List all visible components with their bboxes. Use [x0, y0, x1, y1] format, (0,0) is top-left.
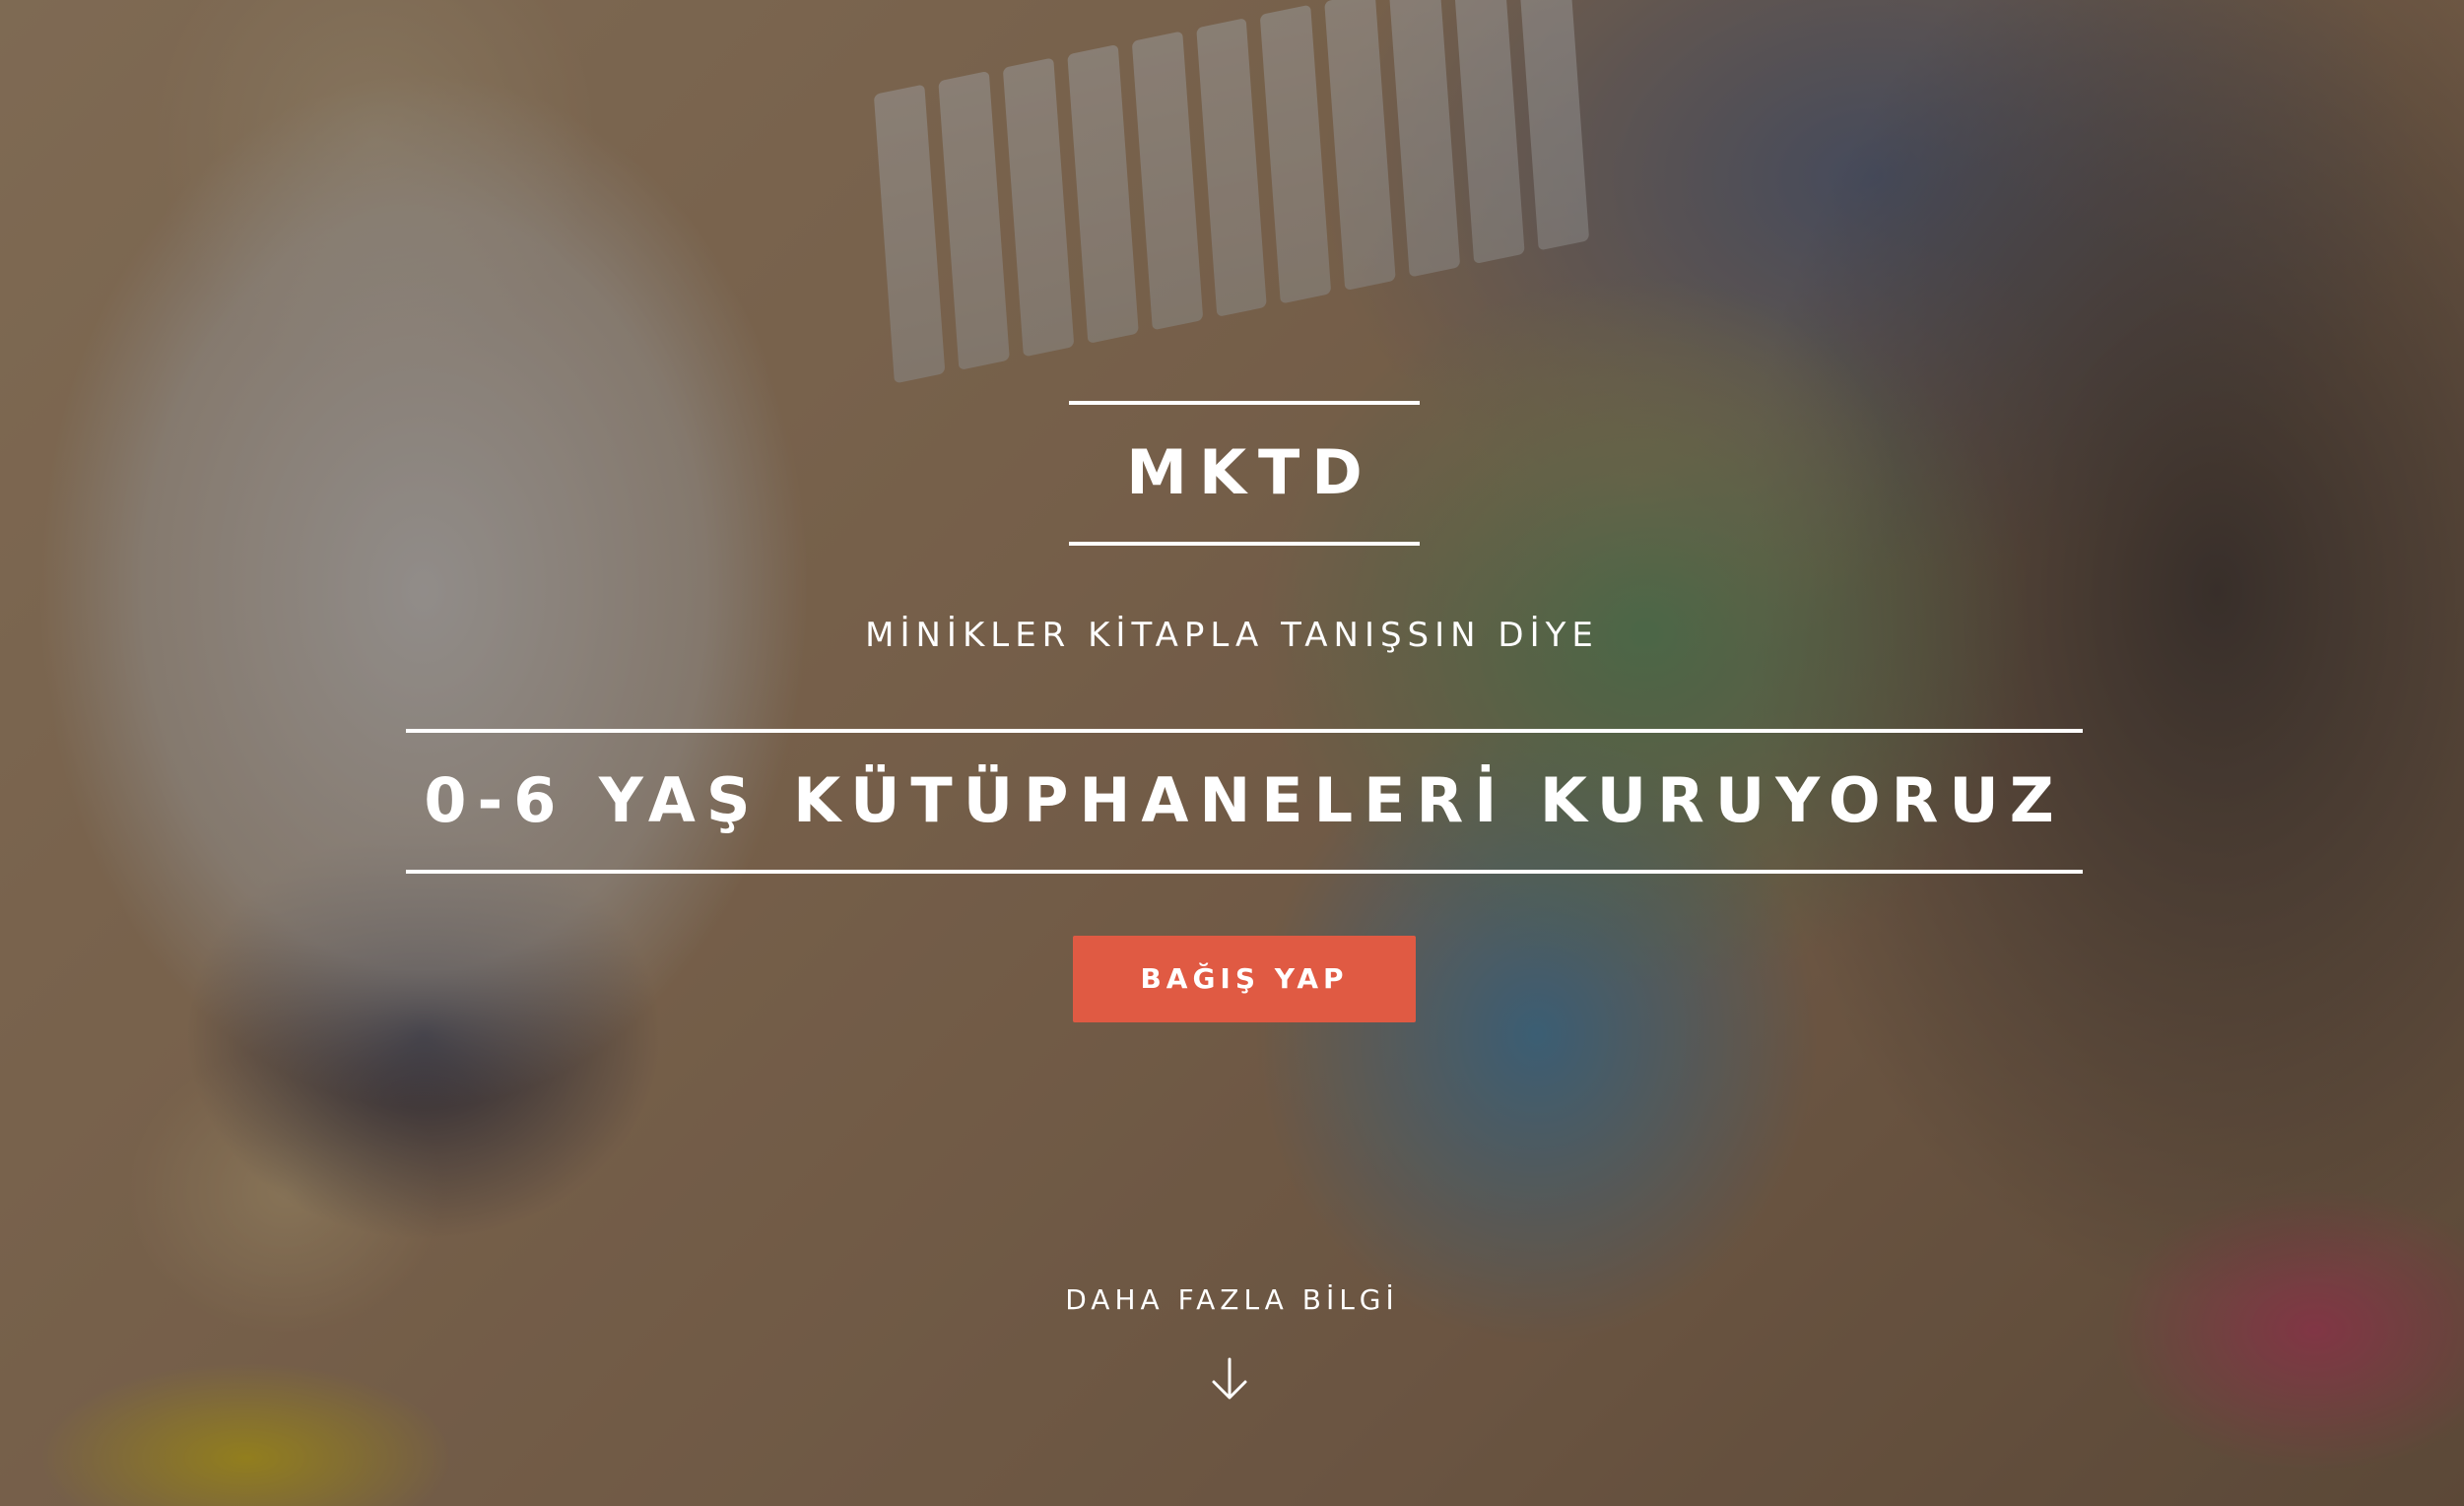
hero-headline: 0-6 YAŞ KÜTÜPHANELERİ KURUYORUZ: [424, 764, 2065, 836]
donate-button[interactable]: BAĞIŞ YAP: [1073, 936, 1416, 1022]
brand-rule-top: [1069, 401, 1420, 405]
hero-section: MKTD MİNİKLER KİTAPLA TANIŞSIN DİYE 0-6 …: [0, 0, 2464, 1506]
brand-rule-bottom: [1069, 542, 1420, 546]
hero-tagline: MİNİKLER KİTAPLA TANIŞSIN DİYE: [865, 616, 1599, 655]
brand-block: MKTD: [1069, 401, 1420, 547]
brand-title: MKTD: [1126, 436, 1374, 508]
headline-block: 0-6 YAŞ KÜTÜPHANELERİ KURUYORUZ: [406, 729, 2083, 875]
more-info-link[interactable]: DAHA FAZLA BİLGİ: [0, 1280, 2464, 1320]
headline-rule-bottom: [406, 870, 2083, 874]
headline-rule-top: [406, 729, 2083, 733]
hero-content: MKTD MİNİKLER KİTAPLA TANIŞSIN DİYE 0-6 …: [0, 0, 2464, 1506]
arrow-down-icon[interactable]: [1206, 1355, 1253, 1403]
